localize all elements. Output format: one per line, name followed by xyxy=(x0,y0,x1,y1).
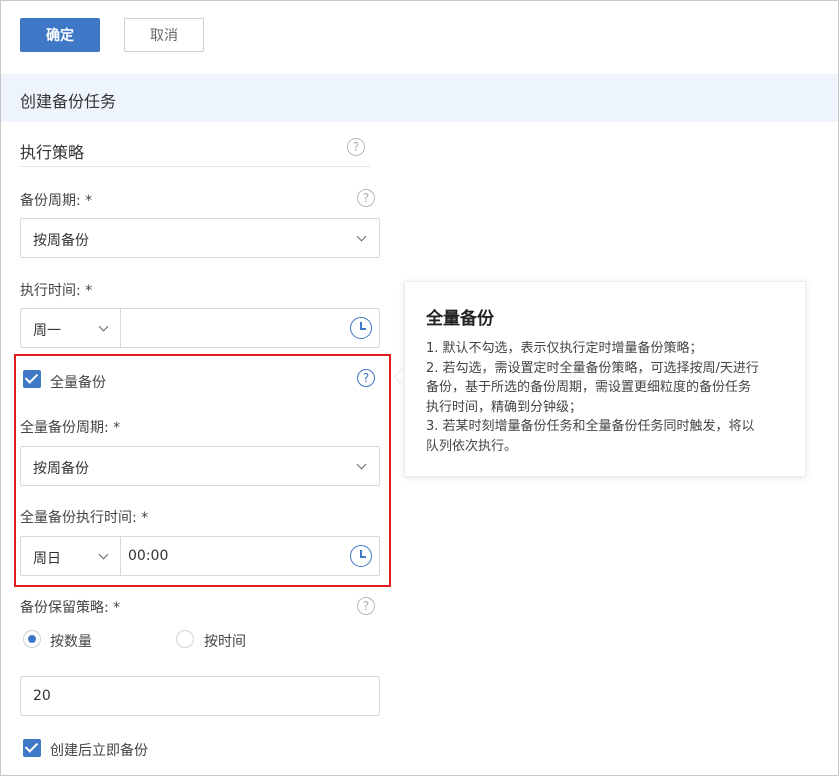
backup-cycle-value: 按周备份 xyxy=(33,233,89,249)
backup-cycle-select[interactable]: 按周备份 xyxy=(20,218,380,258)
tooltip-line: 队列依次执行。 xyxy=(426,438,518,454)
retention-count-value: 20 xyxy=(33,688,51,704)
strategy-help-icon[interactable]: ? xyxy=(347,138,365,156)
chevron-down-icon xyxy=(356,231,367,242)
retention-count-input[interactable]: 20 xyxy=(20,676,380,716)
exec-time-label: 执行时间: * xyxy=(20,283,93,299)
divider xyxy=(120,309,121,347)
tooltip-line: 1. 默认不勾选，表示仅执行定时增量备份策略； xyxy=(426,341,703,356)
full-cycle-value: 按周备份 xyxy=(33,461,89,477)
full-day-select[interactable]: 周日 xyxy=(33,548,61,568)
full-cycle-label: 全量备份周期: * xyxy=(20,420,121,436)
backup-cycle-help-icon[interactable]: ? xyxy=(357,189,375,207)
full-backup-help-icon[interactable]: ? xyxy=(357,369,375,387)
full-time-picker[interactable]: 周日 00:00 xyxy=(20,536,380,576)
full-time-input[interactable]: 00:00 xyxy=(128,548,168,564)
section-header xyxy=(1,74,838,122)
retention-time-label: 按时间 xyxy=(204,634,246,650)
tooltip-title: 全量备份 xyxy=(426,309,494,329)
tooltip-line: 备份，基于所选的备份周期，需设置更细粒度的备份任务 xyxy=(426,380,752,395)
immediate-backup-checkbox[interactable] xyxy=(23,739,41,757)
immediate-backup-label: 创建后立即备份 xyxy=(50,743,148,759)
full-time-label: 全量备份执行时间: * xyxy=(20,510,149,526)
full-cycle-select[interactable]: 按周备份 xyxy=(20,446,380,486)
divider xyxy=(20,166,370,167)
full-backup-checkbox[interactable] xyxy=(23,370,41,388)
clock-icon[interactable] xyxy=(350,317,372,339)
chevron-down-icon xyxy=(98,549,109,560)
strategy-title: 执行策略 xyxy=(20,143,85,162)
tooltip-line: 执行时间，精确到分钟级； xyxy=(426,399,583,415)
full-backup-tooltip: 全量备份 1. 默认不勾选，表示仅执行定时增量备份策略； 2. 若勾选，需设置定… xyxy=(404,281,806,477)
full-backup-label: 全量备份 xyxy=(50,375,106,391)
divider xyxy=(120,537,121,575)
retention-help-icon[interactable]: ? xyxy=(357,597,375,615)
retention-count-label: 按数量 xyxy=(50,634,92,650)
exec-day-select[interactable]: 周一 xyxy=(33,320,61,340)
tooltip-line: 2. 若勾选，需设置定时全量备份策略，可选择按周/天进行 xyxy=(426,360,759,376)
retention-time-radio[interactable] xyxy=(176,630,194,648)
exec-time-picker[interactable]: 周一 xyxy=(20,308,380,348)
confirm-button[interactable]: 确定 xyxy=(20,18,100,52)
chevron-down-icon xyxy=(356,459,367,470)
chevron-down-icon xyxy=(98,321,109,332)
clock-icon[interactable] xyxy=(350,545,372,567)
retention-label: 备份保留策略: * xyxy=(20,600,121,616)
cancel-button[interactable]: 取消 xyxy=(124,18,204,52)
tooltip-line: 3. 若某时刻增量备份任务和全量备份任务同时触发，将以 xyxy=(426,419,755,434)
backup-cycle-label: 备份周期: * xyxy=(20,193,93,209)
section-title: 创建备份任务 xyxy=(20,92,117,111)
tooltip-body: 1. 默认不勾选，表示仅执行定时增量备份策略； 2. 若勾选，需设置定时全量备份… xyxy=(426,339,796,456)
retention-count-radio[interactable] xyxy=(23,630,41,648)
